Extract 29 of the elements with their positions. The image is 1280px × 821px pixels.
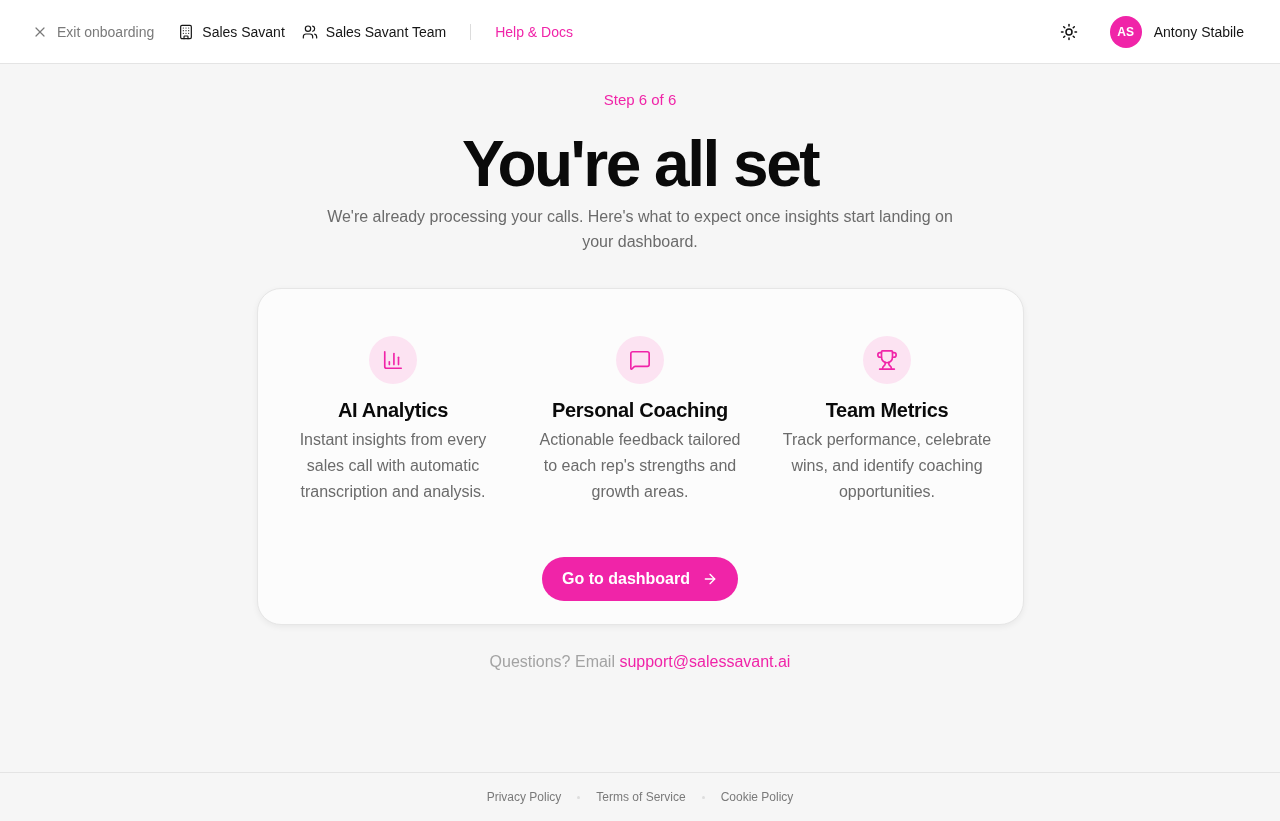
page-subtitle: We're already processing your calls. Here's what to expect once insights start landing on your dashboard.: [326, 207, 954, 252]
feature-description: Track performance, celebrate wins, and identify coaching opportunities.: [781, 430, 993, 502]
sun-icon: [1059, 22, 1078, 41]
footer-link[interactable]: Terms of Service: [596, 790, 686, 804]
organization-button[interactable]: Sales Savant: [178, 23, 285, 40]
footer-link[interactable]: Privacy Policy: [486, 790, 562, 804]
trophy-icon: [863, 336, 911, 384]
team-button[interactable]: Sales Savant Team: [301, 23, 447, 40]
user-avatar[interactable]: AS: [1109, 15, 1142, 48]
email-link[interactable]: support@salessavant.ai: [619, 653, 791, 670]
page-title: You're all set: [461, 128, 819, 200]
footer-link[interactable]: Cookie Policy: [720, 790, 794, 804]
step-indicator: Step 6 of 6: [603, 90, 677, 110]
feature-title: Team Metrics: [825, 398, 949, 423]
feature-description: Actionable feedback tailored to each rep's strengths and growth areas.: [538, 430, 742, 502]
help-docs-link[interactable]: Help & Docs: [495, 23, 573, 40]
exit-onboarding-button[interactable]: Exit onboarding: [32, 23, 155, 40]
bar-chart-icon: [369, 336, 417, 384]
arrow-right-icon: [702, 571, 718, 587]
go-to-dashboard-button[interactable]: Go to dashboard: [542, 557, 738, 601]
feature-description: Instant insights from every sales call with automatic transcription and analysis.: [298, 430, 488, 502]
chat-bubble-icon: [616, 336, 664, 384]
feature-title: Personal Coaching: [551, 398, 729, 423]
user-name[interactable]: Antony Stabile: [1153, 23, 1244, 40]
feature-title: AI Analytics: [337, 398, 449, 423]
contact-text: Questions? Email support@salessavant.ai: [489, 652, 791, 672]
theme-toggle-button[interactable]: [1059, 22, 1078, 41]
users-icon: [301, 23, 318, 40]
building-icon: [178, 23, 195, 40]
